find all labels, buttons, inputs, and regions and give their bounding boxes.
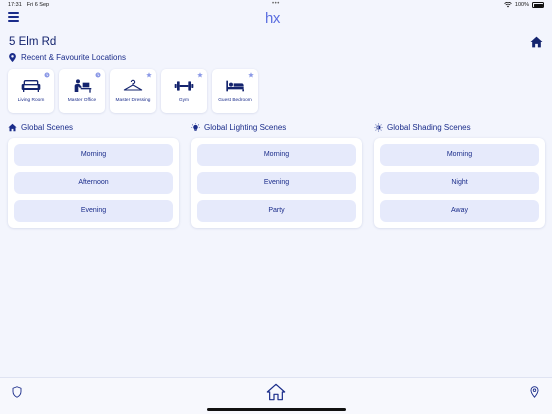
- location-tile-guest-bedroom[interactable]: Guest Bedroom: [212, 69, 258, 113]
- dumbbell-icon: [174, 81, 194, 91]
- scene-group-header: Global Scenes: [8, 121, 179, 133]
- bed-icon: [226, 80, 244, 92]
- location-tile-master-office[interactable]: Master Office: [59, 69, 105, 113]
- shade-sun-icon: [374, 122, 383, 132]
- lightbulb-icon: [191, 122, 200, 131]
- location-tile-gym[interactable]: Gym: [161, 69, 207, 113]
- recent-locations-header: Recent & Favourite Locations: [9, 53, 126, 62]
- location-tile-living-room[interactable]: Living Room: [8, 69, 54, 113]
- home-indicator[interactable]: [207, 408, 346, 411]
- location-label: Living Room: [17, 98, 45, 103]
- scene-button-morning[interactable]: Morning: [197, 144, 356, 166]
- location-label: Guest Bedroom: [218, 98, 252, 103]
- app-logo: hx: [265, 10, 280, 27]
- multitask-dots[interactable]: •••: [272, 1, 280, 7]
- scene-group-title: Global Scenes: [21, 122, 74, 132]
- star-icon: [197, 72, 203, 78]
- battery-icon: [532, 2, 544, 8]
- bottom-nav: [0, 377, 552, 414]
- hamburger-icon: [8, 12, 19, 14]
- recent-icon: [44, 72, 50, 78]
- scene-button-afternoon[interactable]: Afternoon: [14, 172, 173, 194]
- scene-button-morning[interactable]: Morning: [14, 144, 173, 166]
- scene-card: Morning Evening Party: [191, 138, 362, 228]
- scenes-section: Global Scenes Morning Afternoon Evening …: [8, 121, 545, 228]
- desk-person-icon: [74, 79, 92, 93]
- global-lighting-scenes: Global Lighting Scenes Morning Evening P…: [191, 121, 362, 228]
- status-date: Fri 6 Sep: [26, 2, 50, 8]
- scene-button-evening[interactable]: Evening: [197, 172, 356, 194]
- recent-locations-title: Recent & Favourite Locations: [21, 53, 126, 62]
- shield-icon[interactable]: [12, 386, 22, 398]
- menu-button[interactable]: [8, 12, 19, 22]
- home-address-title: 5 Elm Rd: [9, 36, 57, 48]
- recent-locations-list: Living Room Master Office Master Dressin…: [8, 69, 258, 113]
- scene-button-party[interactable]: Party: [197, 200, 356, 222]
- global-scenes: Global Scenes Morning Afternoon Evening: [8, 121, 179, 228]
- scene-card: Morning Afternoon Evening: [8, 138, 179, 228]
- global-shading-scenes: Global Shading Scenes Morning Night Away: [374, 121, 545, 228]
- scene-group-header: Global Lighting Scenes: [191, 121, 362, 133]
- scene-card: Morning Night Away: [374, 138, 545, 228]
- scene-group-title: Global Lighting Scenes: [204, 122, 287, 132]
- location-label: Master Dressing: [115, 98, 151, 103]
- scene-group-title: Global Shading Scenes: [387, 122, 471, 132]
- sofa-icon: [21, 80, 41, 92]
- location-pin-icon: [9, 53, 16, 62]
- home-icon[interactable]: [530, 36, 543, 48]
- location-label: Master Office: [67, 98, 97, 103]
- location-tile-master-dressing[interactable]: Master Dressing: [110, 69, 156, 113]
- star-icon: [248, 72, 254, 78]
- scene-button-night[interactable]: Night: [380, 172, 539, 194]
- hanger-icon: [123, 79, 143, 91]
- location-pin-icon[interactable]: [530, 386, 539, 398]
- scene-group-header: Global Shading Scenes: [374, 121, 545, 133]
- scene-button-morning[interactable]: Morning: [380, 144, 539, 166]
- recent-icon: [95, 72, 101, 78]
- battery-percent: 100%: [514, 2, 529, 8]
- location-label: Gym: [178, 98, 190, 103]
- status-time: 17:31: [8, 2, 22, 8]
- wifi-icon: [504, 2, 512, 8]
- status-bar: 17:31 Fri 6 Sep ••• 100%: [0, 0, 552, 10]
- scene-button-evening[interactable]: Evening: [14, 200, 173, 222]
- home-icon: [8, 123, 17, 131]
- home-icon[interactable]: [266, 383, 286, 401]
- star-icon: [146, 72, 152, 78]
- scene-button-away[interactable]: Away: [380, 200, 539, 222]
